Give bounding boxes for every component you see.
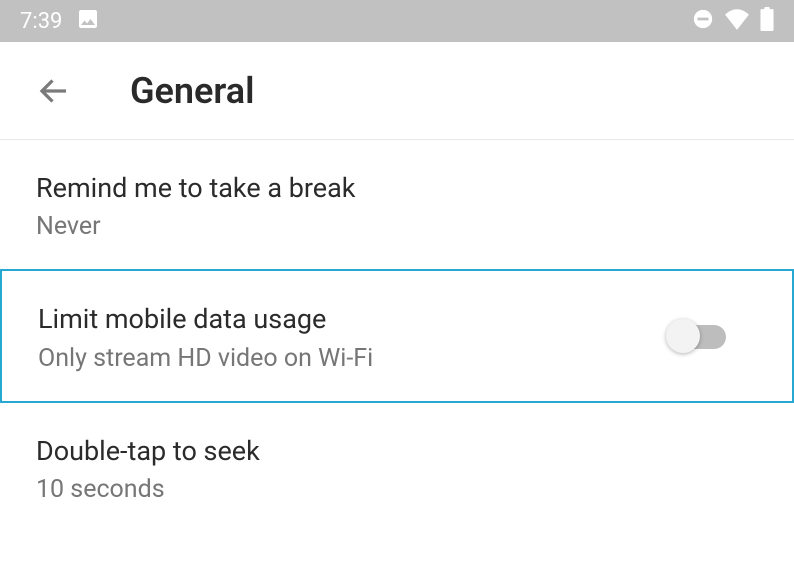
setting-sub: 10 seconds (36, 475, 758, 504)
toggle-knob (666, 319, 700, 353)
status-bar: 7:39 (0, 0, 794, 42)
wifi-icon (724, 8, 750, 34)
back-arrow-icon[interactable] (36, 73, 72, 109)
setting-limit-data[interactable]: Limit mobile data usage Only stream HD v… (0, 269, 794, 402)
setting-remind-break[interactable]: Remind me to take a break Never (0, 140, 794, 270)
app-header: General (0, 42, 794, 140)
setting-title: Remind me to take a break (36, 170, 758, 206)
dnd-icon (692, 8, 714, 34)
setting-sub: Never (36, 212, 758, 241)
setting-title: Double-tap to seek (36, 433, 758, 469)
setting-sub: Only stream HD video on Wi-Fi (38, 344, 670, 373)
battery-icon (760, 7, 774, 35)
image-icon (76, 7, 100, 35)
setting-double-tap-seek[interactable]: Double-tap to seek 10 seconds (0, 403, 794, 532)
limit-data-toggle[interactable] (670, 325, 726, 349)
page-title: General (130, 70, 254, 112)
setting-title: Limit mobile data usage (38, 301, 670, 337)
status-time: 7:39 (20, 9, 62, 34)
